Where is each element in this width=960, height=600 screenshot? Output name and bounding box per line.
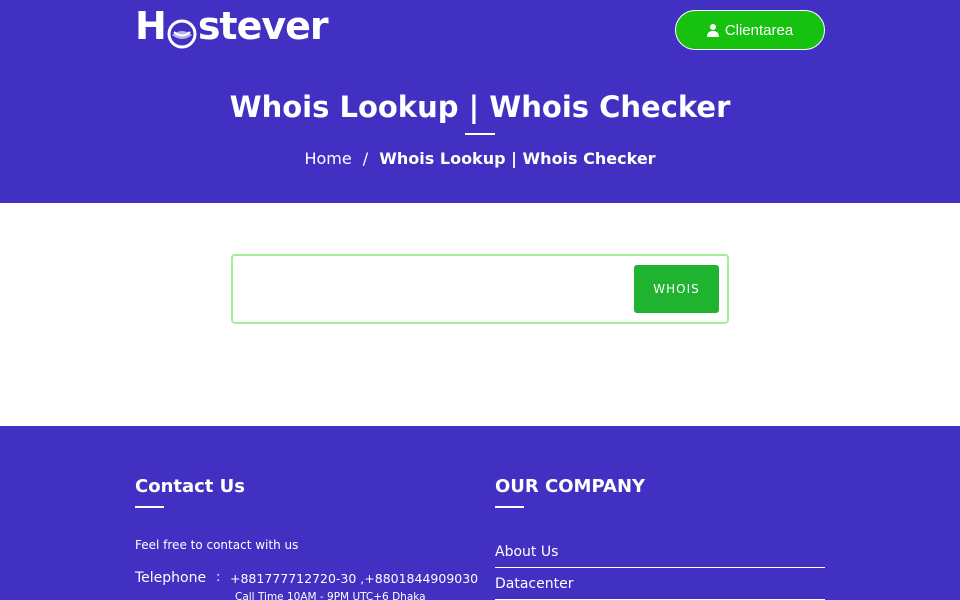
whois-button[interactable]: WHOIS — [634, 265, 719, 313]
clientarea-button[interactable]: Clientarea — [675, 10, 825, 50]
breadcrumb-home-link[interactable]: Home — [304, 149, 351, 168]
company-links-list: About Us Datacenter — [495, 536, 825, 600]
page-header: H stever Clientarea Whois Lookup | Whois… — [0, 0, 960, 203]
title-underline — [465, 133, 495, 135]
breadcrumb: Home / Whois Lookup | Whois Checker — [0, 148, 960, 170]
user-icon — [706, 23, 719, 37]
clientarea-label: Clientarea — [724, 21, 794, 39]
globe-o-logo-icon — [167, 14, 197, 49]
site-logo[interactable]: H stever — [135, 4, 329, 49]
telephone-colon: : — [216, 570, 221, 585]
logo-text-prefix: H — [135, 4, 167, 48]
site-footer: Contact Us Feel free to contact with us … — [0, 426, 960, 600]
telephone-label: Telephone — [135, 570, 207, 586]
domain-search-input[interactable] — [243, 266, 628, 314]
telephone-numbers: +881777712720-30 ,+8801844909030 — [230, 571, 479, 586]
contact-heading-underline — [135, 506, 164, 508]
company-heading-underline — [495, 506, 524, 508]
about-us-link[interactable]: About Us — [495, 544, 558, 560]
datacenter-link[interactable]: Datacenter — [495, 576, 573, 592]
contact-intro-text: Feel free to contact with us — [135, 538, 299, 552]
page-title: Whois Lookup | Whois Checker — [229, 90, 731, 124]
breadcrumb-current: Whois Lookup | Whois Checker — [379, 149, 656, 168]
company-heading: OUR COMPANY — [495, 476, 646, 497]
whois-search-form: WHOIS — [231, 254, 729, 324]
company-link-item: Datacenter — [495, 568, 825, 600]
contact-heading: Contact Us — [135, 476, 246, 497]
breadcrumb-separator: / — [362, 149, 369, 168]
logo-text-suffix: stever — [197, 4, 329, 48]
company-link-item: About Us — [495, 536, 825, 568]
call-time-text: Call Time 10AM - 9PM UTC+6 Dhaka — [235, 591, 426, 600]
